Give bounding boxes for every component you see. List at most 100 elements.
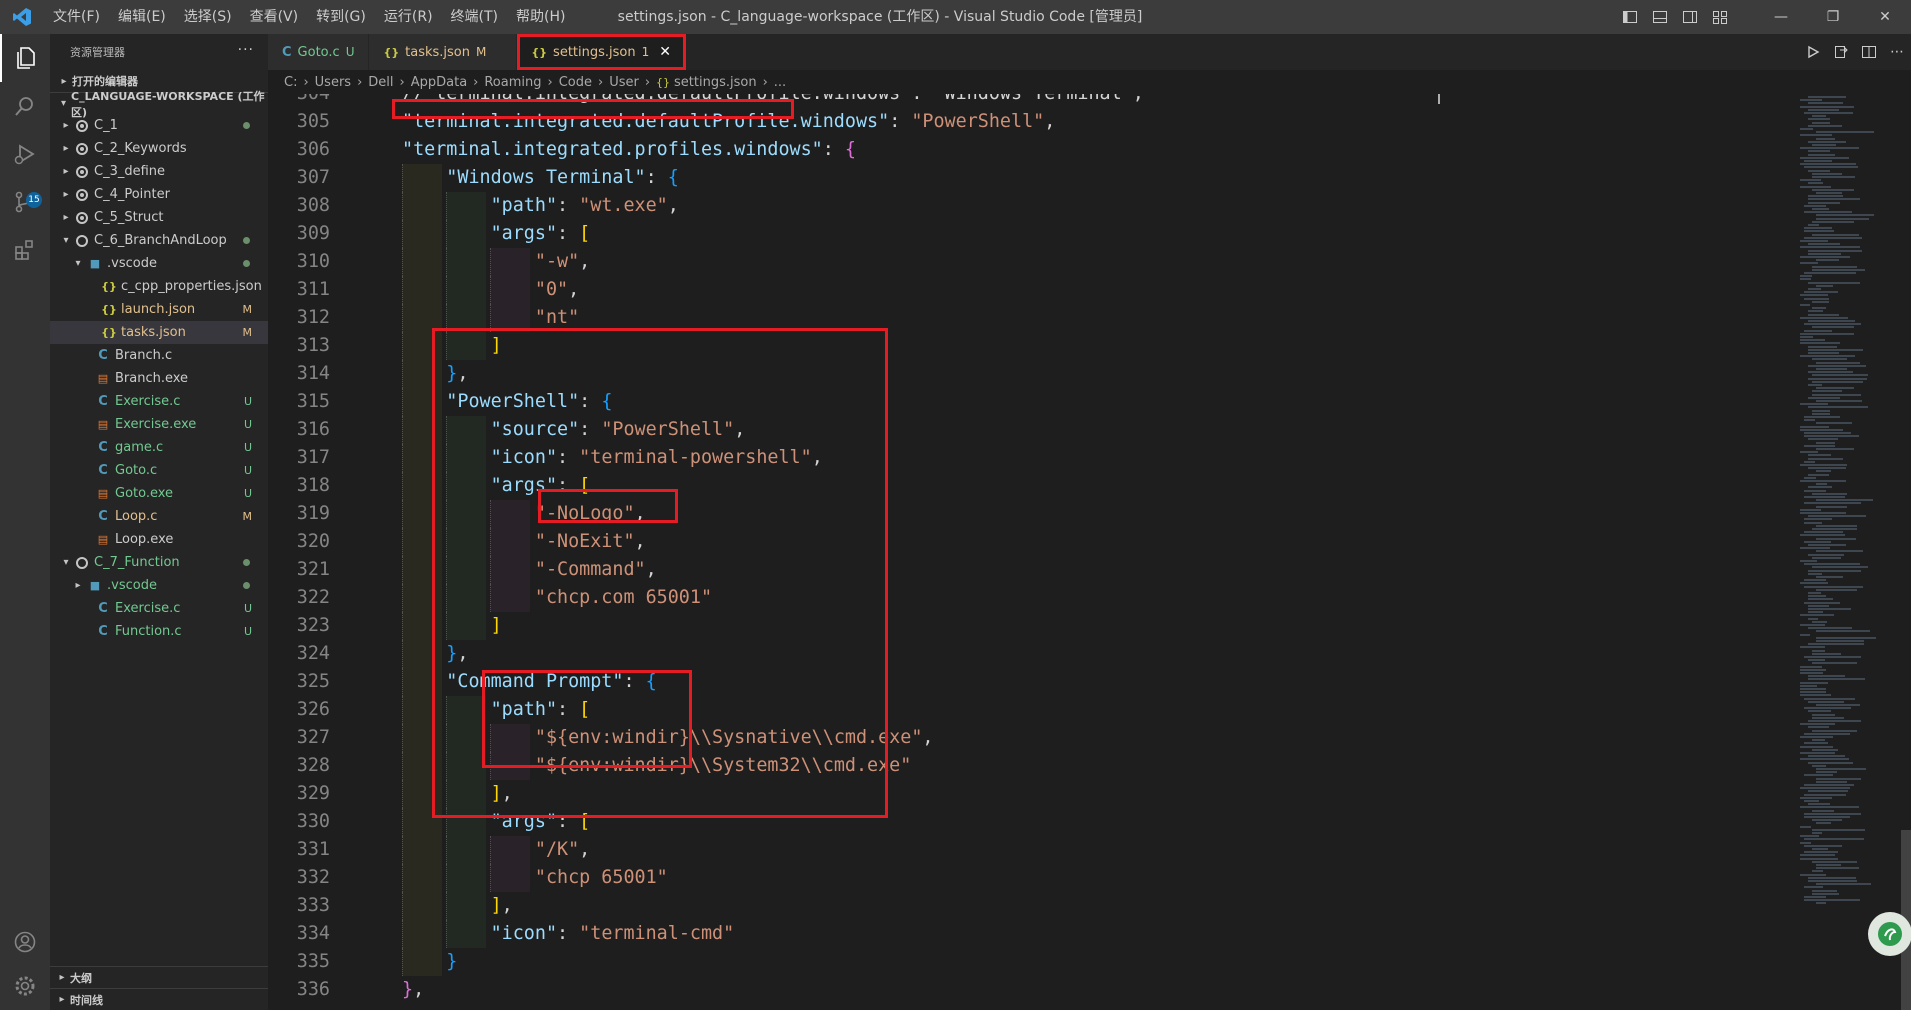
tree-file-launch-json[interactable]: {} launch.json M (50, 298, 268, 321)
tree-file-loop-c[interactable]: C Loop.c M (50, 505, 268, 528)
run-icon[interactable] (1799, 34, 1827, 70)
outline-label: 大纲 (70, 971, 92, 985)
extensions-icon[interactable] (0, 226, 50, 274)
tab-goto-c[interactable]: C Goto.c U (268, 34, 370, 70)
tree-folder-vscode[interactable]: ▾ ■ .vscode (50, 252, 268, 275)
more-actions-icon[interactable]: ··· (238, 42, 254, 58)
workspace-section[interactable]: ▾ C_LANGUAGE-WORKSPACE (工作区) (50, 90, 268, 119)
tree-folder-c3[interactable]: ▸ C_3_define (50, 160, 268, 183)
search-icon[interactable] (0, 82, 50, 130)
minimap-line (1804, 601, 1841, 604)
menu-run[interactable]: 运行(R) (375, 0, 442, 34)
minimap-line (1812, 620, 1827, 623)
minimap-line (1816, 192, 1843, 194)
restore-button[interactable]: ❐ (1807, 0, 1859, 34)
timeline-section[interactable]: ▸ 时间线 (50, 988, 268, 1010)
breadcrumb-item[interactable]: ... (774, 75, 786, 90)
tree-file-exercise-c[interactable]: C Exercise.c U (50, 390, 268, 413)
breadcrumb-item[interactable]: Users (315, 75, 351, 90)
code-line[interactable]: 307 "Windows Terminal": { (268, 164, 1788, 192)
menu-view[interactable]: 查看(V) (241, 0, 308, 34)
tree-file-loop-exe[interactable]: ▤ Loop.exe (50, 528, 268, 551)
menu-go[interactable]: 转到(G) (307, 0, 375, 34)
open-settings-ui-icon[interactable] (1827, 34, 1855, 70)
minimap-line (1812, 652, 1841, 655)
explorer-icon[interactable] (0, 34, 50, 82)
line-number: 328 (296, 755, 330, 776)
outline-section[interactable]: ▸ 大纲 (50, 966, 268, 988)
code-line[interactable]: 306 "terminal.integrated.profiles.windows… (268, 136, 1788, 164)
breadcrumb-item[interactable]: AppData (411, 75, 467, 90)
code-line[interactable]: 334 "icon": "terminal-cmd" (268, 920, 1788, 948)
minimap-line (1808, 288, 1821, 290)
close-tab-icon[interactable]: ✕ (659, 44, 671, 60)
minimap-line (1808, 592, 1821, 594)
accounts-icon[interactable] (0, 918, 50, 966)
line-number: 313 (296, 335, 330, 356)
run-debug-icon[interactable] (0, 130, 50, 178)
breadcrumb-item[interactable]: C: (284, 75, 297, 90)
tree-file-exercise-exe[interactable]: ▤ Exercise.exe U (50, 413, 268, 436)
minimap-line (1800, 163, 1857, 166)
minimap-line (1804, 236, 1862, 239)
minimap-line (1804, 886, 1823, 889)
breadcrumb-item[interactable]: Dell (368, 75, 393, 90)
minimap-line (1816, 780, 1847, 783)
split-editor-icon[interactable] (1855, 34, 1883, 70)
menu-help[interactable]: 帮助(H) (507, 0, 574, 34)
source-control-icon[interactable]: 15 (0, 178, 50, 226)
tree-file-goto-c[interactable]: C Goto.c U (50, 459, 268, 482)
tree-folder-c4[interactable]: ▸ C_4_Pointer (50, 183, 268, 206)
breadcrumb-item[interactable]: Roaming (484, 75, 541, 90)
toggle-panel-icon[interactable] (1645, 0, 1675, 34)
code-line[interactable]: 309 "args": [ (268, 220, 1788, 248)
breadcrumb-item[interactable]: Code (559, 75, 592, 90)
close-window-button[interactable]: ✕ (1859, 0, 1911, 34)
tree-file-branch-c[interactable]: C Branch.c (50, 344, 268, 367)
vertical-scrollbar[interactable] (1901, 94, 1911, 1010)
minimap-line (1808, 352, 1840, 354)
minimap-line (1800, 425, 1830, 428)
code-line[interactable]: 333 ], (268, 892, 1788, 920)
tree-folder-vscode-2[interactable]: ▸ ■ .vscode (50, 574, 268, 597)
minimap[interactable] (1788, 94, 1900, 1010)
floating-assistant-icon[interactable] (1868, 912, 1911, 956)
tab-settings-json[interactable]: {} settings.json 1 ✕ (517, 34, 686, 70)
more-actions-icon[interactable]: ⋯ (1883, 34, 1911, 70)
tree-folder-c2[interactable]: ▸ C_2_Keywords (50, 137, 268, 160)
minimap-line (1816, 771, 1838, 774)
code-line[interactable]: 308 "path": "wt.exe", (268, 192, 1788, 220)
tree-file-exercise-c-2[interactable]: C Exercise.c U (50, 597, 268, 620)
tree-file-game-c[interactable]: C game.c U (50, 436, 268, 459)
menu-selection[interactable]: 选择(S) (175, 0, 241, 34)
minimize-button[interactable]: — (1755, 0, 1807, 34)
minimap-line (1816, 137, 1836, 140)
tree-folder-c5[interactable]: ▸ C_5_Struct (50, 206, 268, 229)
menu-file[interactable]: 文件(F) (44, 0, 109, 34)
tree-folder-c6[interactable]: ▾ C_6_BranchAndLoop (50, 229, 268, 252)
code-token: { (667, 167, 679, 188)
tree-file-tasks-json[interactable]: {} tasks.json M (50, 321, 268, 344)
code-line[interactable]: 335 } (268, 948, 1788, 976)
minimap-line (1812, 412, 1831, 415)
tree-file-branch-exe[interactable]: ▤ Branch.exe (50, 367, 268, 390)
code-editor[interactable]: 304//"terminal.integrated.defaultProfile… (268, 94, 1911, 1010)
menu-edit[interactable]: 编辑(E) (109, 0, 175, 34)
toggle-secondary-sidebar-icon[interactable] (1675, 0, 1705, 34)
tree-folder-c7[interactable]: ▾ C_7_Function (50, 551, 268, 574)
tab-tasks-json[interactable]: {} tasks.json M (369, 34, 518, 70)
customize-layout-icon[interactable] (1705, 0, 1735, 34)
toggle-primary-sidebar-icon[interactable] (1615, 0, 1645, 34)
minimap-line (1808, 726, 1830, 729)
breadcrumb-item[interactable]: settings.json (674, 75, 757, 90)
tree-file-function-c[interactable]: C Function.c U (50, 620, 268, 643)
settings-gear-icon[interactable] (0, 962, 50, 1010)
menu-terminal[interactable]: 终端(T) (442, 0, 507, 34)
tree-file-goto-exe[interactable]: ▤ Goto.exe U (50, 482, 268, 505)
tree-folder-c1[interactable]: ▸ C_1 (50, 114, 268, 137)
git-status-dot (243, 260, 250, 267)
code-token: "args" (490, 223, 558, 244)
code-line[interactable]: 336}, (268, 976, 1788, 1004)
breadcrumb-item[interactable]: User (609, 75, 639, 90)
tree-file-c-cpp-properties[interactable]: {} c_cpp_properties.json (50, 275, 268, 298)
